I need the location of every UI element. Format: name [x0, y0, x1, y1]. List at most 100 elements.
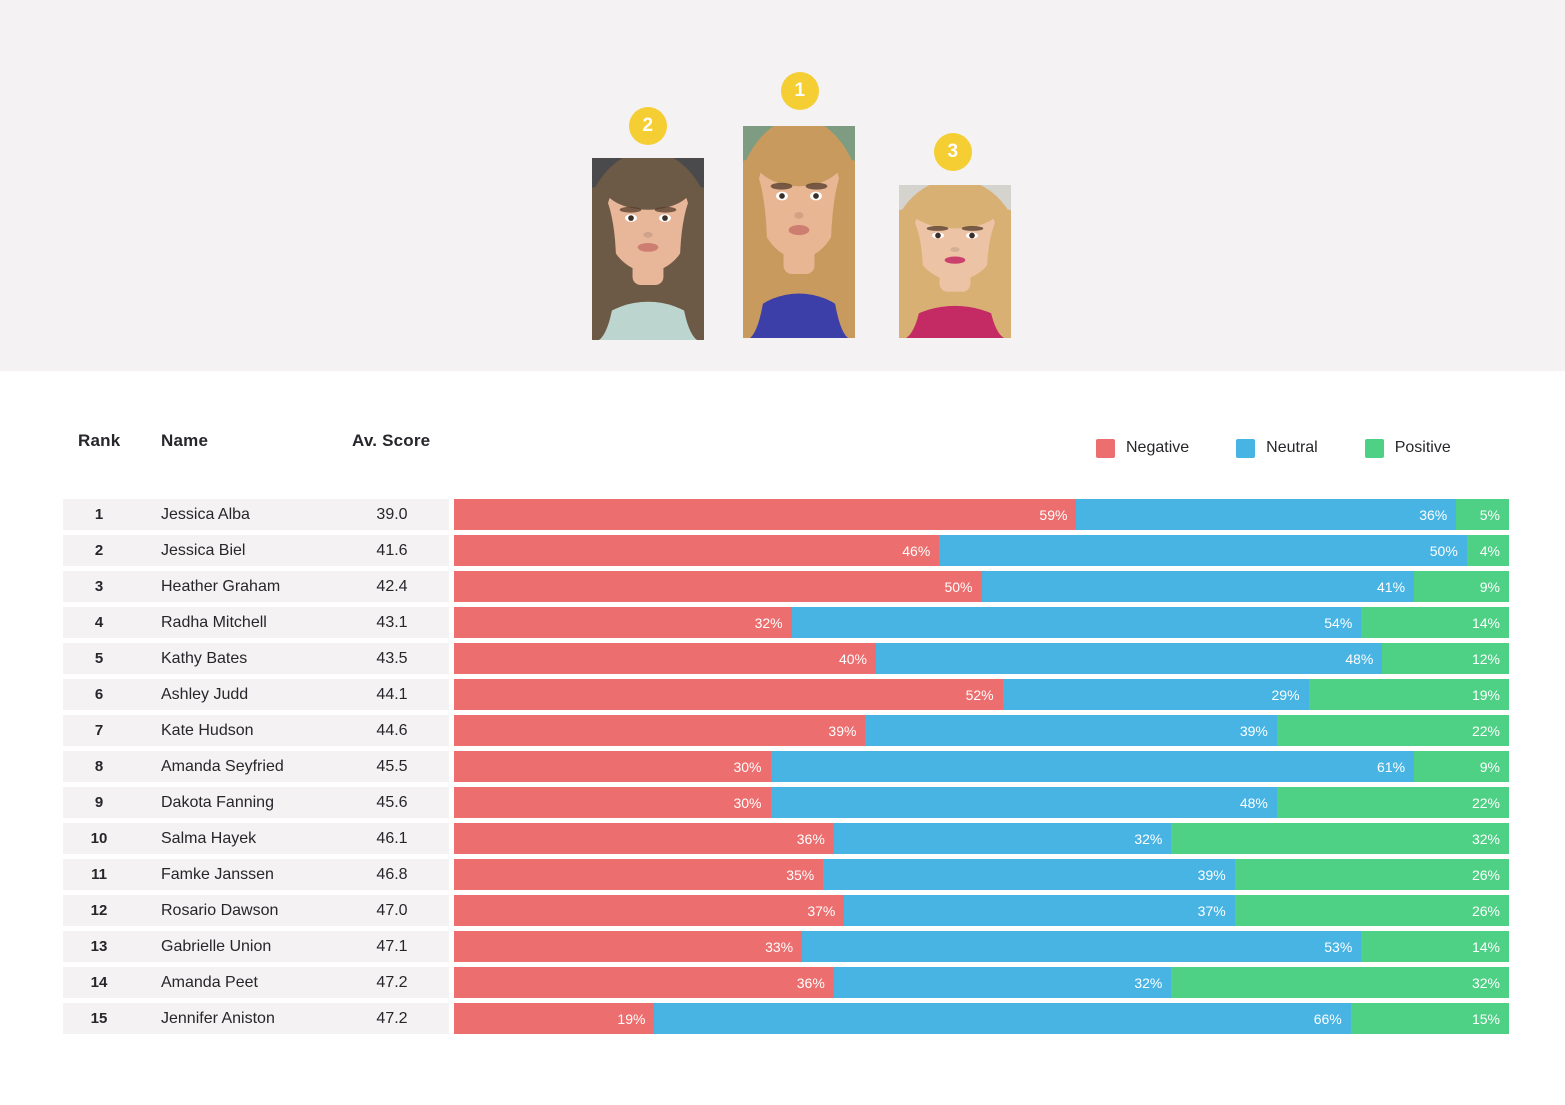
table-row[interactable]: 1 Jessica Alba 39.0 59% 36% 5%: [0, 499, 1565, 530]
table-row[interactable]: 5 Kathy Bates 43.5 40% 48% 12%: [0, 643, 1565, 674]
portrait-jessica-biel: [592, 158, 704, 340]
stacked-bar: 35% 39% 26%: [454, 859, 1509, 890]
cell-rank: 14: [90, 974, 108, 991]
legend-label: Negative: [1126, 439, 1190, 456]
stacked-bar: 52% 29% 19%: [454, 679, 1509, 710]
table-row[interactable]: 9 Dakota Fanning 45.6 30% 48% 22%: [0, 787, 1565, 818]
bar-segment-negative: 40%: [454, 643, 876, 674]
bar-segment-neutral: 29%: [1002, 679, 1309, 710]
bar-segment-negative: 33%: [454, 931, 803, 962]
bar-segment-neutral: 32%: [833, 967, 1172, 998]
bar-segment-positive: 19%: [1308, 679, 1509, 710]
bar-segment-positive: 12%: [1382, 643, 1509, 674]
table-row[interactable]: 4 Radha Mitchell 43.1 32% 54% 14%: [0, 607, 1565, 638]
bar-segment-neutral: 32%: [833, 823, 1172, 854]
table-row[interactable]: 10 Salma Hayek 46.1 36% 32% 32%: [0, 823, 1565, 854]
bar-segment-neutral: 36%: [1076, 499, 1457, 530]
cell-name: Dakota Fanning: [161, 793, 274, 811]
bar-segment-positive: 26%: [1234, 859, 1509, 890]
cell-name: Ashley Judd: [161, 685, 249, 703]
column-header-score: Av. Score: [352, 431, 431, 450]
legend-item-neutral: Neutral: [1236, 438, 1318, 458]
cell-av-score: 47.2: [376, 1009, 408, 1027]
cell-av-score: 47.1: [376, 937, 408, 955]
column-header-rank: Rank: [78, 431, 121, 450]
stacked-bar: 50% 41% 9%: [454, 571, 1509, 602]
cell-rank: 5: [94, 650, 104, 667]
cell-rank: 6: [94, 686, 104, 703]
cell-rank: 2: [94, 542, 104, 559]
bar-segment-negative: 39%: [454, 715, 866, 746]
bar-segment-positive: 14%: [1361, 607, 1509, 638]
column-header-name: Name: [161, 431, 209, 450]
cell-rank: 1: [94, 506, 104, 523]
table-row[interactable]: 15 Jennifer Aniston 47.2 19% 66% 15%: [0, 1003, 1565, 1034]
chart-legend: Negative Neutral Positive: [1096, 433, 1451, 463]
stacked-bar: 30% 48% 22%: [454, 787, 1509, 818]
table-row[interactable]: 7 Kate Hudson 44.6 39% 39% 22%: [0, 715, 1565, 746]
bar-segment-neutral: 41%: [981, 571, 1415, 602]
table-row[interactable]: 8 Amanda Seyfried 45.5 30% 61% 9%: [0, 751, 1565, 782]
cell-name: Jessica Alba: [161, 505, 250, 523]
cell-name: Rosario Dawson: [161, 901, 279, 919]
cell-rank: 12: [90, 902, 108, 919]
bar-segment-negative: 30%: [454, 787, 771, 818]
bar-segment-negative: 30%: [454, 751, 771, 782]
stacked-bar: 19% 66% 15%: [454, 1003, 1509, 1034]
cell-av-score: 45.6: [376, 793, 408, 811]
table-row[interactable]: 13 Gabrielle Union 47.1 33% 53% 14%: [0, 931, 1565, 962]
cell-name: Radha Mitchell: [161, 613, 267, 631]
bar-segment-negative: 36%: [454, 823, 834, 854]
portrait-illustration: [743, 126, 855, 338]
bar-segment-positive: 5%: [1456, 499, 1509, 530]
legend-item-negative: Negative: [1096, 438, 1190, 458]
table-row[interactable]: 6 Ashley Judd 44.1 52% 29% 19%: [0, 679, 1565, 710]
table-row[interactable]: 2 Jessica Biel 41.6 46% 50% 4%: [0, 535, 1565, 566]
table-row[interactable]: 12 Rosario Dawson 47.0 37% 37% 26%: [0, 895, 1565, 926]
bar-segment-negative: 52%: [454, 679, 1003, 710]
ranking-rows: 1 Jessica Alba 39.0 59% 36% 5% 2 Jessica Biel 41…: [0, 499, 1565, 1039]
bar-segment-negative: 50%: [454, 571, 982, 602]
cell-av-score: 43.1: [376, 613, 408, 631]
bar-segment-negative: 19%: [454, 1003, 655, 1034]
cell-rank: 7: [94, 722, 104, 739]
portrait-illustration: [899, 185, 1011, 338]
cell-name: Amanda Peet: [161, 973, 258, 991]
legend-label: Neutral: [1266, 439, 1318, 456]
stacked-bar: 37% 37% 26%: [454, 895, 1509, 926]
bar-segment-negative: 35%: [454, 859, 824, 890]
cell-name: Kate Hudson: [161, 721, 254, 739]
cell-rank: 9: [94, 794, 104, 811]
cell-rank: 10: [90, 830, 108, 847]
cell-rank: 13: [90, 938, 108, 955]
bar-segment-neutral: 61%: [770, 751, 1415, 782]
cell-rank: 4: [94, 614, 104, 631]
cell-av-score: 42.4: [376, 577, 408, 595]
cell-av-score: 47.2: [376, 973, 408, 991]
stacked-bar: 30% 61% 9%: [454, 751, 1509, 782]
legend-swatch-icon-neutral: [1236, 438, 1256, 458]
cell-name: Kathy Bates: [161, 649, 248, 667]
bar-segment-positive: 32%: [1171, 967, 1509, 998]
stacked-bar: 39% 39% 22%: [454, 715, 1509, 746]
bar-segment-positive: 9%: [1414, 751, 1509, 782]
stacked-bar: 40% 48% 12%: [454, 643, 1509, 674]
cell-rank: 8: [94, 758, 104, 775]
cell-av-score: 47.0: [376, 901, 408, 919]
table-row[interactable]: 3 Heather Graham 42.4 50% 41% 9%: [0, 571, 1565, 602]
bar-segment-neutral: 39%: [865, 715, 1277, 746]
bar-segment-positive: 22%: [1276, 787, 1509, 818]
table-row[interactable]: 11 Famke Janssen 46.8 35% 39% 26%: [0, 859, 1565, 890]
podium-rank-badge-3: 3: [934, 133, 972, 171]
bar-segment-neutral: 39%: [823, 859, 1235, 890]
bar-segment-negative: 32%: [454, 607, 792, 638]
stacked-bar: 46% 50% 4%: [454, 535, 1509, 566]
legend-label: Positive: [1394, 439, 1451, 456]
cell-name: Amanda Seyfried: [161, 757, 284, 775]
cell-name: Famke Janssen: [161, 865, 274, 883]
stacked-bar: 36% 32% 32%: [454, 823, 1509, 854]
cell-av-score: 44.1: [376, 685, 408, 703]
bar-segment-negative: 46%: [454, 535, 940, 566]
table-row[interactable]: 14 Amanda Peet 47.2 36% 32% 32%: [0, 967, 1565, 998]
podium-rank-badge-1: 1: [781, 72, 819, 110]
